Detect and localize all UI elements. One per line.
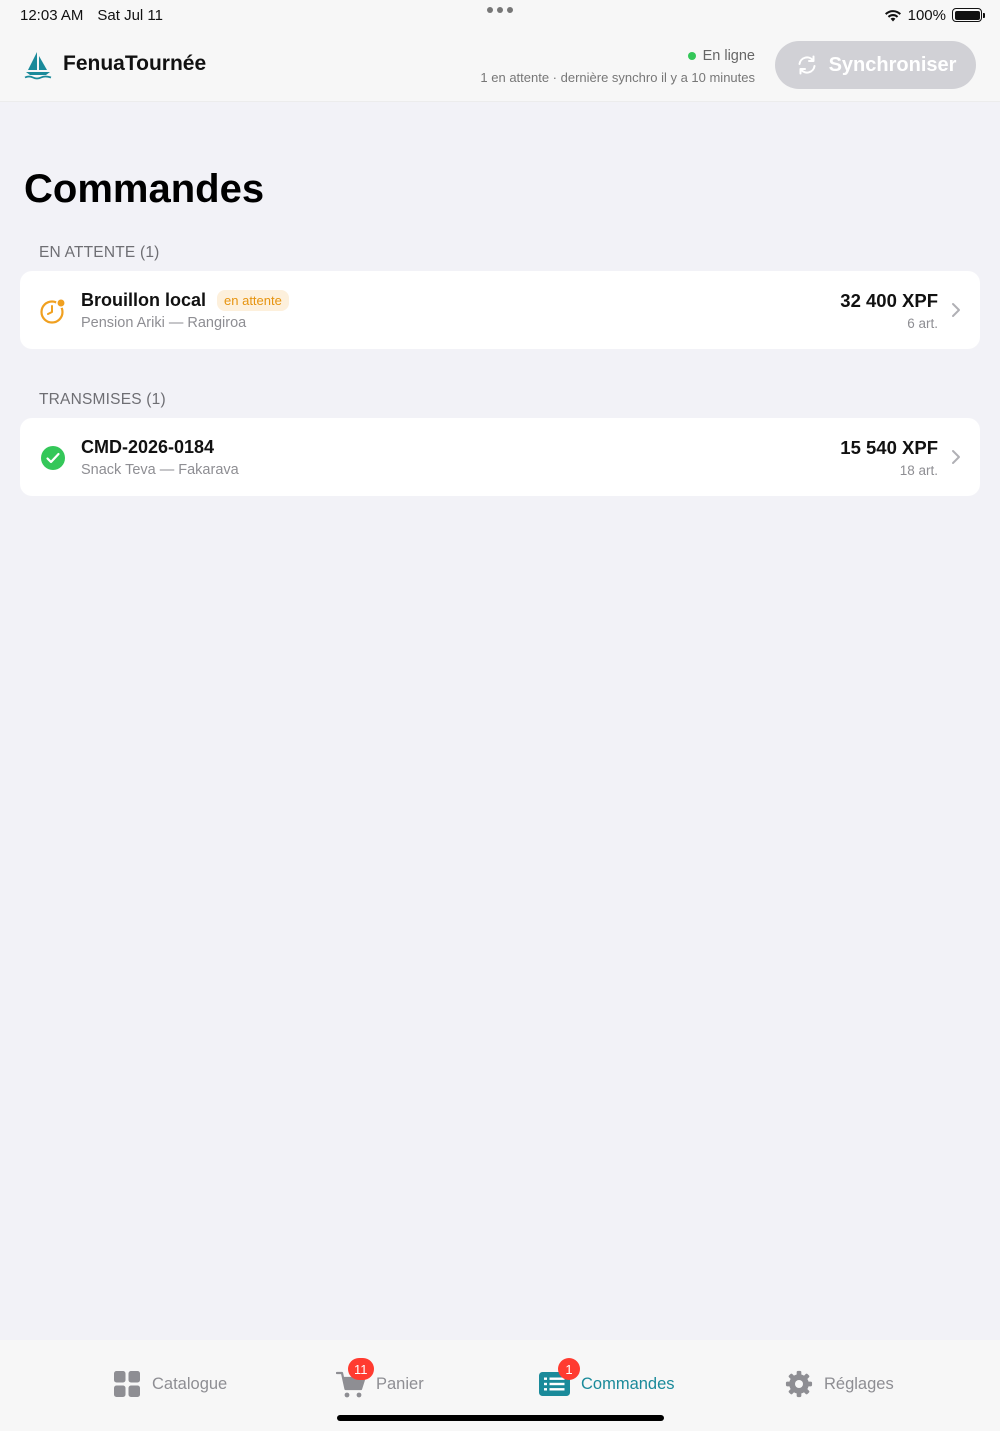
tab-label: Commandes [581,1374,675,1393]
orders-count-badge: 1 [558,1358,580,1380]
sync-button-label: Synchroniser [828,53,957,76]
app-title: FenuaTournée [63,52,207,75]
tab-label: Réglages [824,1374,894,1393]
connection-status-label: En ligne [702,48,755,64]
pending-clock-icon [40,298,66,324]
home-indicator[interactable] [337,1415,664,1421]
system-status-bar: 12:03 AM Sat Jul 11 100% [0,0,1000,30]
tab-panier[interactable]: 11 Panier [335,1358,424,1398]
tab-catalogue[interactable]: Catalogue [112,1370,227,1398]
sync-info-text: 1 en attente · dernière synchro il y a 1… [480,70,755,85]
connection-status: En ligne [480,48,755,64]
order-item-count: 18 art. [899,463,938,478]
tab-commandes[interactable]: 1 Commandes [538,1358,675,1398]
chevron-right-icon [952,450,960,464]
gear-icon [785,1370,813,1398]
grid-icon [114,1371,140,1397]
tab-reglages[interactable]: Réglages [784,1370,894,1398]
order-title: Brouillon local [81,290,207,310]
order-amount: 32 400 XPF [840,290,938,311]
cart-count-badge: 11 [348,1358,374,1380]
order-title: CMD-2026-0184 [81,437,215,457]
order-customer: Snack Teva — Fakarava [81,462,239,478]
sync-icon [798,55,816,75]
order-row-pending[interactable]: Brouillon local en attente Pension Ariki… [20,271,980,349]
sailboat-logo-icon [24,52,52,80]
section-header-sent: TRANSMISES (1) [39,391,166,408]
tab-label: Catalogue [152,1374,228,1393]
order-row-sent[interactable]: CMD-2026-0184 Snack Teva — Fakarava 15 5… [20,418,980,496]
multitasking-dots-icon[interactable] [487,7,513,13]
battery-percent: 100% [907,6,946,24]
wifi-icon [884,9,901,21]
app-header: FenuaTournée En ligne 1 en attente · der… [0,30,1000,102]
sync-button[interactable]: Synchroniser [775,41,976,89]
battery-icon [952,8,985,22]
chevron-right-icon [952,303,960,317]
order-item-count: 6 art. [907,316,938,331]
page-title: Commandes [24,167,265,211]
online-dot-icon [687,52,696,60]
tab-label: Panier [376,1374,424,1393]
order-customer: Pension Ariki — Rangiroa [81,315,247,331]
section-header-pending: EN ATTENTE (1) [39,244,160,261]
sync-status: En ligne 1 en attente · dernière synchro… [480,48,755,85]
status-time: 12:03 AM [20,6,84,24]
check-circle-icon [41,446,65,470]
order-amount: 15 540 XPF [840,437,938,458]
status-date: Sat Jul 11 [97,6,163,24]
status-badge: en attente [217,290,289,311]
